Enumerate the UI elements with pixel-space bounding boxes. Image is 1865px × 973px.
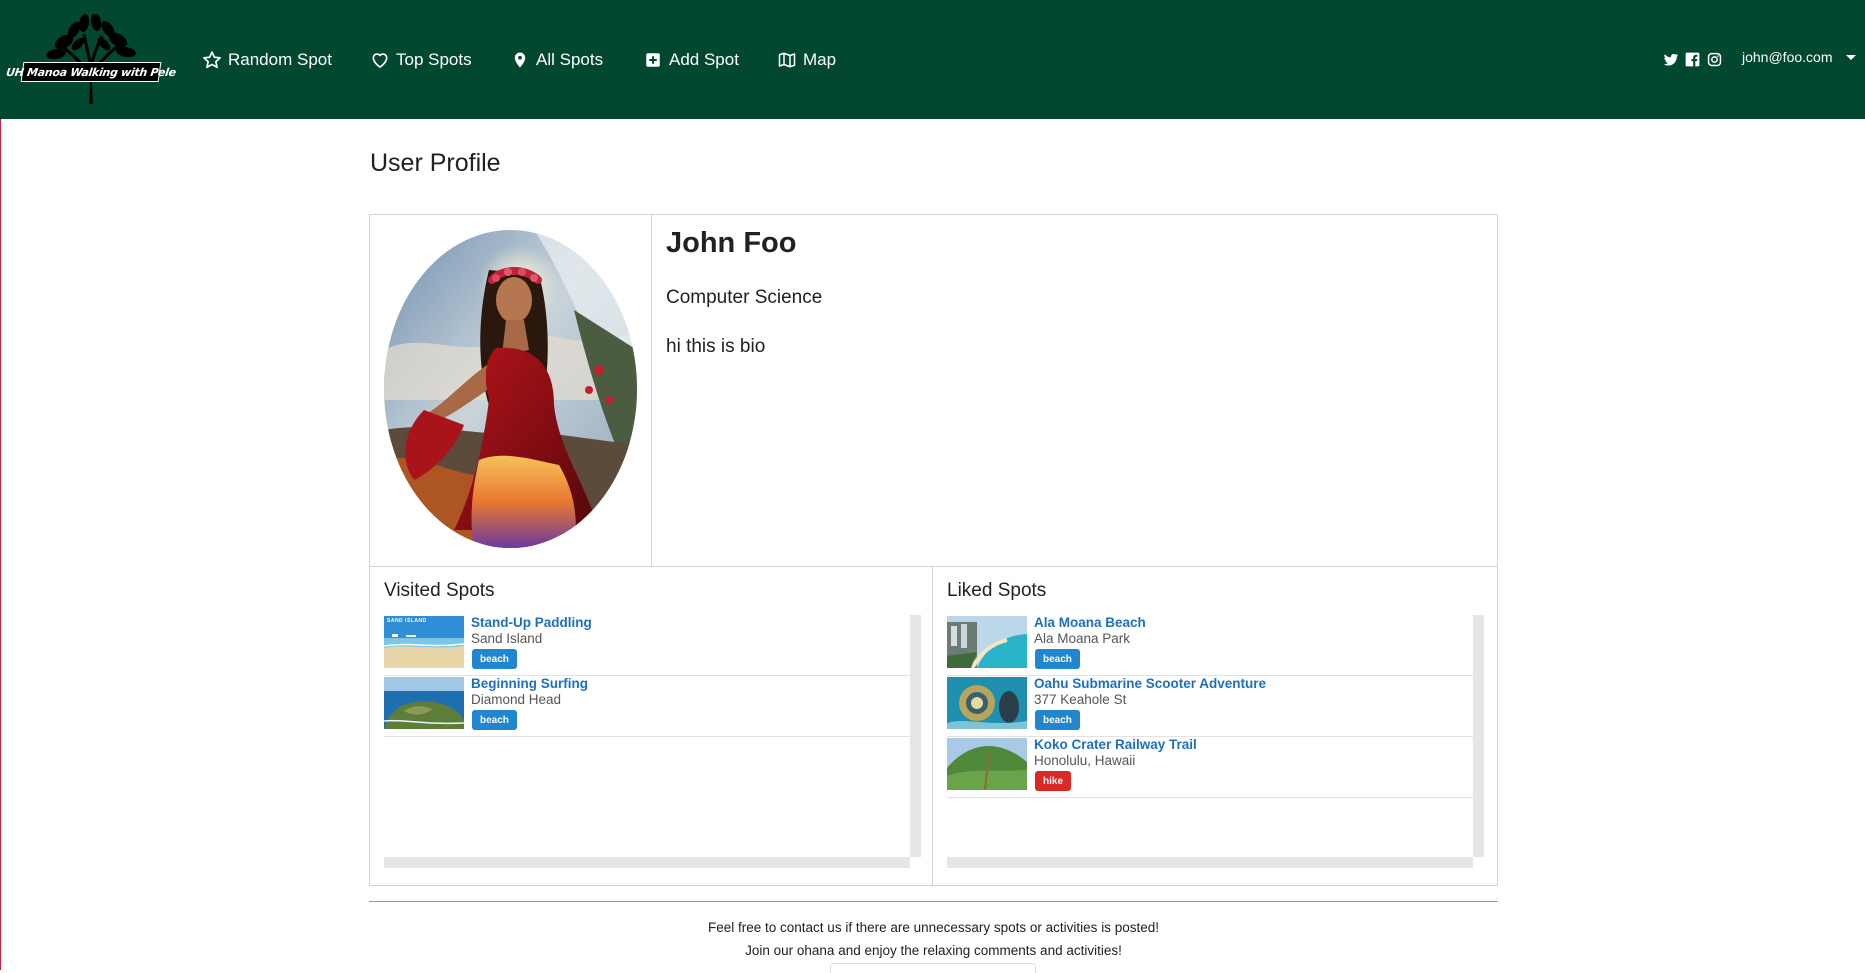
liked-spots-title: Liked Spots xyxy=(947,580,1047,601)
tag-badge[interactable]: beach xyxy=(1035,649,1080,669)
tree-logo-icon xyxy=(46,14,136,104)
nav-map[interactable]: Map xyxy=(777,46,836,74)
profile-portrait xyxy=(384,230,637,548)
profile-image-cell xyxy=(370,215,652,567)
user-email: john@foo.com xyxy=(1742,49,1833,65)
tag-badge[interactable]: beach xyxy=(472,710,517,730)
spot-location: 377 Keahole St xyxy=(1034,692,1127,707)
vertical-scrollbar[interactable] xyxy=(910,615,921,857)
heart-outline-icon xyxy=(370,50,390,70)
instagram-icon[interactable] xyxy=(1707,52,1723,68)
spot-thumbnail[interactable] xyxy=(947,738,1027,790)
horizontal-scrollbar[interactable] xyxy=(384,857,910,868)
spot-location: Ala Moana Park xyxy=(1034,631,1131,646)
plus-square-icon xyxy=(643,50,663,70)
top-navbar: UH Manoa Walking with Pele Random Spot T… xyxy=(0,0,1865,119)
list-item[interactable]: Beginning Surfing Diamond Head beach xyxy=(384,676,910,737)
chevron-down-icon xyxy=(1846,54,1857,60)
spot-name-link[interactable]: Ala Moana Beach xyxy=(1034,615,1146,630)
nav-all-spots[interactable]: All Spots xyxy=(510,46,603,74)
site-logo[interactable]: UH Manoa Walking with Pele xyxy=(5,14,177,104)
pele-portrait-image xyxy=(384,230,637,548)
thumb-caption: SAND ISLAND xyxy=(387,618,427,624)
spot-location: Sand Island xyxy=(471,631,543,646)
logo-banner: UH Manoa Walking with Pele xyxy=(5,62,177,82)
map-outline-icon xyxy=(777,50,797,70)
footer-input[interactable] xyxy=(830,963,1036,973)
social-links xyxy=(1663,50,1729,70)
page-title: User Profile xyxy=(370,149,501,177)
spot-name-link[interactable]: Koko Crater Railway Trail xyxy=(1034,737,1197,752)
profile-card: John Foo Computer Science hi this is bio xyxy=(369,214,1498,567)
twitter-icon[interactable] xyxy=(1663,52,1679,68)
facebook-icon[interactable] xyxy=(1685,52,1701,68)
profile-name: John Foo xyxy=(666,227,797,259)
visited-spots-list[interactable]: SAND ISLAND Stand-Up Paddling Sand Islan… xyxy=(384,615,921,868)
map-marker-icon xyxy=(510,50,530,70)
liked-spots-section: Liked Spots Ala Moana Beach Ala Moana Pa… xyxy=(933,567,1497,885)
spot-thumbnail[interactable] xyxy=(947,677,1027,729)
spots-panel: Visited Spots SAND ISLAND Stand-Up Paddl… xyxy=(369,566,1498,886)
nav-random-spot[interactable]: Random Spot xyxy=(202,46,332,74)
tag-badge[interactable]: beach xyxy=(1035,710,1080,730)
nav-top-spots-label: Top Spots xyxy=(396,50,472,69)
visited-spots-title: Visited Spots xyxy=(384,580,495,601)
tag-badge[interactable]: beach xyxy=(472,649,517,669)
tag-badge[interactable]: hike xyxy=(1035,771,1072,791)
nav-add-spot-label: Add Spot xyxy=(669,50,739,69)
footer-line-2: Join our ohana and enjoy the relaxing co… xyxy=(745,943,1122,958)
profile-info: John Foo xyxy=(666,227,796,260)
spot-name-link[interactable]: Beginning Surfing xyxy=(471,676,588,691)
footer-divider xyxy=(369,901,1498,902)
nav-random-spot-label: Random Spot xyxy=(228,50,332,69)
spot-thumbnail[interactable] xyxy=(384,677,464,729)
nav-map-label: Map xyxy=(803,50,837,69)
list-item[interactable]: SAND ISLAND Stand-Up Paddling Sand Islan… xyxy=(384,615,910,676)
profile-major: Computer Science xyxy=(666,287,823,308)
nav-top-spots[interactable]: Top Spots xyxy=(370,46,472,74)
star-outline-icon xyxy=(202,50,222,70)
user-dropdown[interactable]: john@foo.com xyxy=(1742,49,1857,65)
list-item[interactable]: Koko Crater Railway Trail Honolulu, Hawa… xyxy=(947,737,1473,798)
list-item[interactable]: Ala Moana Beach Ala Moana Park beach xyxy=(947,615,1473,676)
profile-bio: hi this is bio xyxy=(666,336,766,357)
window-edge-line xyxy=(0,119,1,970)
spot-location: Honolulu, Hawaii xyxy=(1034,753,1136,768)
list-item[interactable]: Oahu Submarine Scooter Adventure 377 Kea… xyxy=(947,676,1473,737)
logo-text: UH Manoa Walking with Pele xyxy=(5,65,177,79)
spot-thumbnail[interactable]: SAND ISLAND xyxy=(384,616,464,668)
spot-thumbnail[interactable] xyxy=(947,616,1027,668)
visited-spots-section: Visited Spots SAND ISLAND Stand-Up Paddl… xyxy=(370,567,933,885)
spot-location: Diamond Head xyxy=(471,692,562,707)
vertical-scrollbar[interactable] xyxy=(1473,615,1484,857)
horizontal-scrollbar[interactable] xyxy=(947,857,1473,868)
liked-spots-list[interactable]: Ala Moana Beach Ala Moana Park beach Oah… xyxy=(947,615,1484,868)
nav-all-spots-label: All Spots xyxy=(536,50,604,69)
spot-name-link[interactable]: Stand-Up Paddling xyxy=(471,615,592,630)
footer-line-1: Feel free to contact us if there are unn… xyxy=(708,920,1159,935)
spot-name-link[interactable]: Oahu Submarine Scooter Adventure xyxy=(1034,676,1266,691)
nav-add-spot[interactable]: Add Spot xyxy=(643,46,739,74)
